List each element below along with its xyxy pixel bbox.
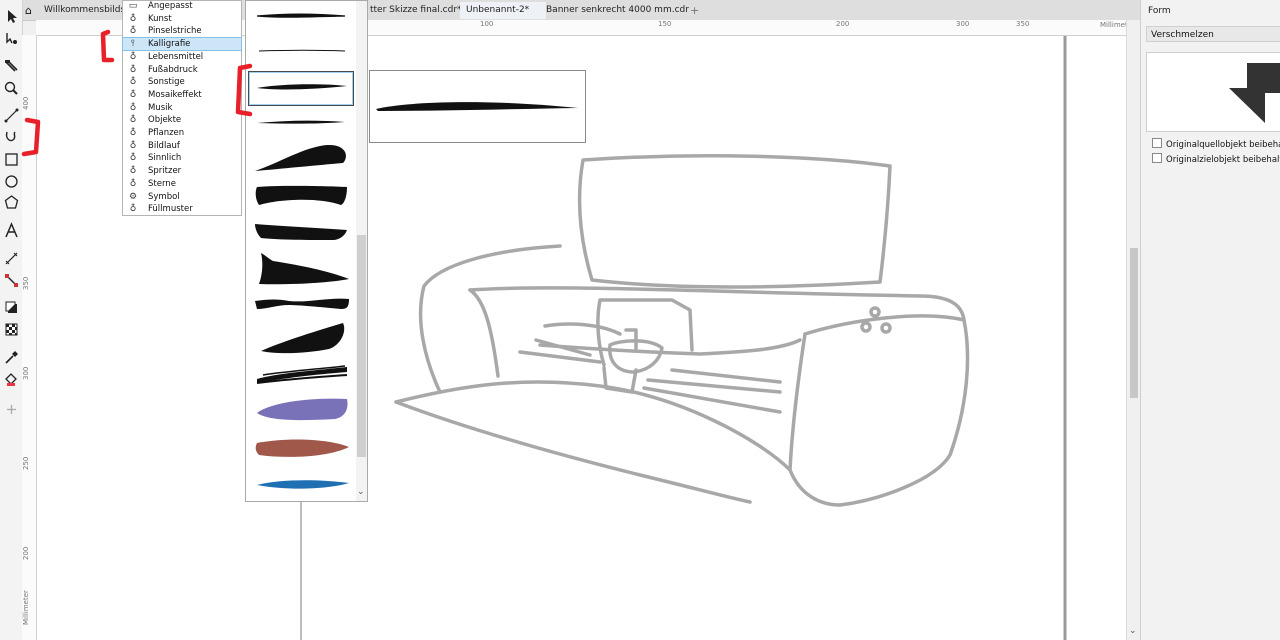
keep-source-checkbox[interactable]: Originalquellobjekt beibehalten — [1152, 138, 1280, 150]
annotation-bracket-tool — [21, 117, 41, 157]
brush-stroke-option[interactable] — [249, 183, 353, 207]
panel-title: Form — [1148, 6, 1171, 16]
symbol-icon: ⚙ — [128, 191, 138, 202]
brush-stroke-list: ⌃ ⌄ — [245, 0, 368, 502]
brush-stroke-option[interactable] — [249, 45, 353, 57]
shaping-preview — [1146, 52, 1280, 132]
add-tool-icon[interactable] — [3, 401, 20, 418]
keep-target-checkbox[interactable]: Originalzielobjekt beibehalten — [1152, 153, 1280, 165]
brush-preview-tooltip — [369, 70, 586, 143]
scrollbar-thumb[interactable] — [1130, 248, 1138, 398]
brush-stroke-option-brown[interactable] — [249, 433, 353, 461]
ruler-unit: Millimeter — [22, 590, 30, 625]
shape-docker-panel: Form Verschmelzen Originalquellobjekt be… — [1140, 0, 1280, 640]
parallel-dimension-tool-icon[interactable] — [3, 250, 20, 267]
canvas-vertical-scrollbar[interactable]: ⌄ — [1126, 20, 1141, 640]
machine-sketch — [394, 154, 970, 507]
brush-stroke-option-selected[interactable] — [248, 71, 354, 106]
tab-skizze-final[interactable]: tter Skizze final.cdr* — [364, 2, 466, 19]
pattern-icon: ♁ — [129, 204, 137, 214]
red-bracket-annotations — [21, 29, 253, 157]
new-tab-button[interactable]: + — [684, 2, 708, 19]
ruler-tick: 200 — [836, 20, 850, 28]
scroll-up-arrow-icon[interactable]: ⌃ — [357, 0, 365, 7]
interactive-fill-tool-icon[interactable] — [3, 371, 20, 388]
eyedropper-tool-icon[interactable] — [3, 349, 20, 366]
transparency-tool-icon[interactable] — [3, 321, 20, 338]
brush-stroke-option[interactable] — [249, 321, 353, 355]
brush-stroke-option[interactable] — [249, 143, 353, 175]
ruler-tick: 350 — [22, 276, 30, 290]
drop-shadow-tool-icon[interactable] — [3, 299, 20, 316]
shaping-mode-dropdown[interactable]: Verschmelzen — [1146, 26, 1280, 42]
ruler-tick: 150 — [658, 20, 672, 28]
category-item[interactable]: ♁ Füllmuster — [123, 203, 241, 215]
brush-stroke-option-blue[interactable] — [249, 475, 353, 493]
category-item[interactable]: ⚙ Symbol — [123, 191, 241, 203]
brush-stroke-option[interactable] — [249, 363, 353, 387]
ruler-tick: 100 — [480, 20, 494, 28]
tab-banner[interactable]: Banner senkrecht 4000 mm.cdr — [540, 2, 692, 19]
brush-stroke-option[interactable] — [249, 7, 353, 25]
ruler-tick: 350 — [1016, 20, 1030, 28]
ruler-tick: 300 — [22, 366, 30, 380]
annotation-bracket-category — [100, 29, 115, 63]
star-icon: ♁ — [129, 179, 137, 189]
category-item[interactable]: ♁ Sterne — [123, 178, 241, 190]
connector-tool-icon[interactable] — [3, 272, 20, 289]
annotation-bracket-brush — [235, 63, 253, 117]
brush-stroke-option[interactable] — [249, 251, 353, 287]
scroll-down-arrow-icon[interactable]: ⌄ — [357, 487, 365, 497]
calligraphy-stroke-preview — [376, 102, 578, 111]
tab-unbenannt-2[interactable]: Unbenannt-2* — [460, 2, 546, 19]
ellipse-tool-icon[interactable] — [3, 173, 20, 190]
brush-stroke-option[interactable] — [249, 293, 353, 313]
weld-preview-icon — [1229, 63, 1280, 123]
scroll-down-arrow-icon[interactable]: ⌄ — [1129, 626, 1137, 636]
brush-stroke-option-purple[interactable] — [249, 395, 353, 423]
polygon-tool-icon[interactable] — [3, 194, 20, 211]
brush-stroke-option[interactable] — [249, 117, 353, 129]
ruler-tick: 250 — [22, 456, 30, 470]
ruler-tick: 300 — [956, 20, 970, 28]
text-tool-icon[interactable] — [3, 222, 20, 239]
ruler-tick: 200 — [22, 546, 30, 560]
brush-stroke-option[interactable] — [249, 220, 353, 244]
brush-list-scrollbar-thumb[interactable] — [357, 235, 366, 457]
